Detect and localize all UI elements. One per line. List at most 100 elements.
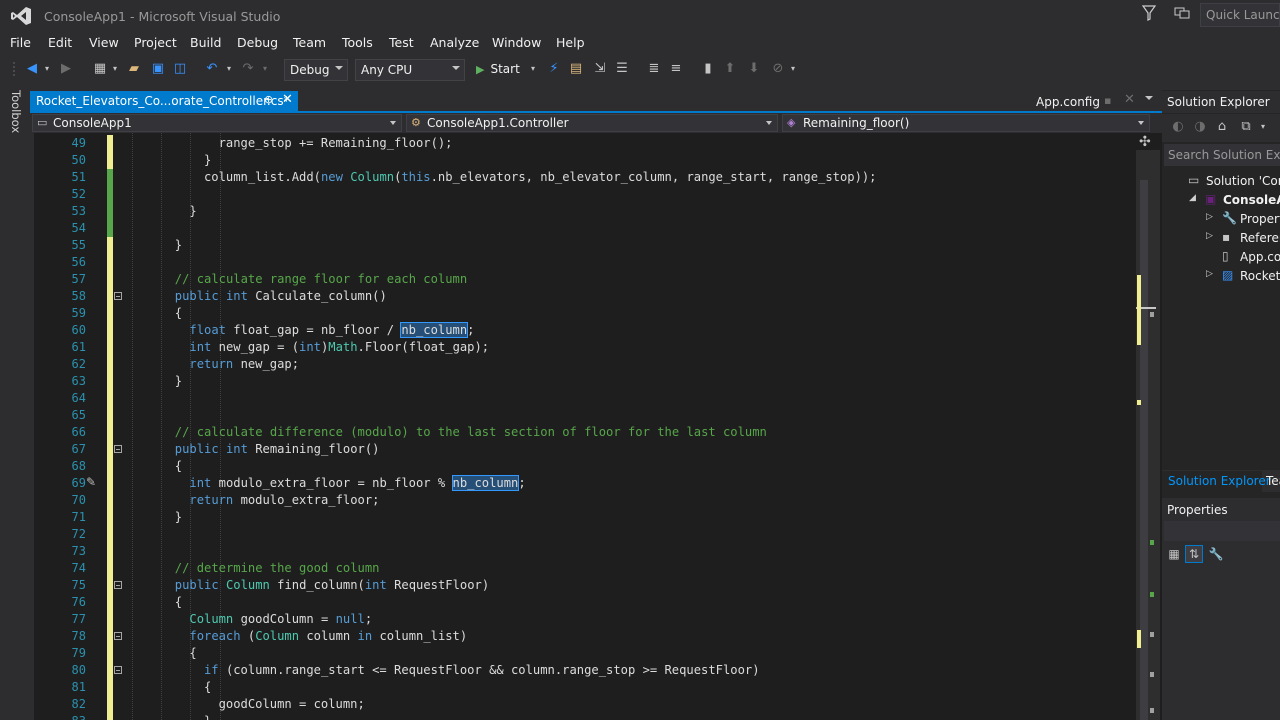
pin-icon[interactable]: ▪ [1104,94,1111,107]
tab-solution-explorer[interactable]: Solution Explorer [1162,471,1271,492]
forward-icon[interactable]: ◑ [1192,118,1208,136]
close-icon[interactable]: ✕ [282,92,294,107]
new-project-dropdown-icon[interactable]: ▾ [110,60,120,78]
code-line[interactable]: 57 // calculate range floor for each colu… [34,271,1134,288]
attach-icon[interactable]: ⚡ [546,60,562,78]
save-all-icon[interactable]: ◫ [172,60,188,78]
code-line[interactable]: 56 [34,254,1134,271]
undo-icon[interactable]: ↶ [204,60,220,78]
next-bookmark-icon[interactable]: ⬇ [746,60,762,78]
property-pages-icon[interactable]: 🔧 [1208,546,1224,562]
uncomment-lines-icon[interactable]: ≡ [668,60,684,78]
collapse-icon[interactable]: ◢ [1189,193,1196,203]
code-line[interactable]: 74 // determine the good column [34,560,1134,577]
solution-configuration-select[interactable]: Debug [284,59,348,81]
collapse-icon[interactable] [114,632,122,640]
code-line[interactable]: 66 // calculate difference (modulo) to th… [34,424,1134,441]
code-line[interactable]: 65 [34,407,1134,424]
code-editor[interactable]: 49 range_stop += Remaining_floor(); 50} 51 c… [34,133,1162,720]
code-line[interactable]: 50} [34,152,1134,169]
previous-bookmark-icon[interactable]: ⬆ [722,60,738,78]
back-dropdown-icon[interactable]: ▾ [42,60,52,78]
redo-dropdown-icon[interactable]: ▾ [260,60,270,78]
code-line[interactable]: 72 [34,526,1134,543]
switch-views-dropdown-icon[interactable]: ▾ [1258,118,1268,136]
collapse-icon[interactable] [114,666,122,674]
code-line[interactable]: 79 { [34,645,1134,662]
code-line[interactable]: 70 return modulo_extra_floor; [34,492,1134,509]
code-line[interactable]: 60 float float_gap = nb_floor / nb_column… [34,322,1134,339]
menu-build[interactable]: Build [190,35,221,50]
solution-explorer-search-input[interactable]: Search Solution Explorer [1164,144,1280,166]
menu-window[interactable]: Window [492,35,541,50]
code-line[interactable]: 55} [34,237,1134,254]
step-into-icon[interactable]: ⇲ [592,60,608,78]
code-line[interactable]: 58 public int Calculate_column() [34,288,1134,305]
menu-debug[interactable]: Debug [237,35,278,50]
solution-platform-select[interactable]: Any CPU [355,59,465,81]
scrollbar-thumb[interactable] [1140,180,1148,720]
home-icon[interactable]: ⌂ [1214,118,1230,136]
code-line[interactable]: 81 { [34,679,1134,696]
type-select[interactable]: ⚙ ConsoleApp1.Controller [406,114,778,132]
code-line[interactable]: 64 [34,390,1134,407]
code-line[interactable]: 49 range_stop += Remaining_floor(); [34,135,1134,152]
tree-item[interactable]: ▷ 🔧Properties [1162,210,1280,229]
code-line[interactable]: 69 ✎ int modulo_extra_floor = nb_floor % n… [34,475,1134,492]
redo-icon[interactable]: ↷ [240,60,256,78]
tab-list-dropdown-icon[interactable] [1145,96,1153,100]
properties-object-select[interactable] [1164,521,1280,541]
collapse-icon[interactable] [114,581,122,589]
code-line[interactable]: 76 { [34,594,1134,611]
bookmark-icon[interactable]: ▮ [700,60,716,78]
filter-icon[interactable] [1141,5,1158,23]
open-file-icon[interactable]: ▰ [126,60,142,78]
menu-test[interactable]: Test [389,35,414,50]
code-line[interactable]: 82 goodColumn = column; [34,696,1134,713]
tree-item[interactable]: ▷ ▪ References [1162,229,1280,248]
project-select[interactable]: ▭ ConsoleApp1 [32,114,402,132]
toolbar-grip[interactable] [12,61,16,77]
code-line[interactable]: 78 foreach (Column column in column_list) [34,628,1134,645]
menu-team[interactable]: Team [293,35,326,50]
collapse-icon[interactable] [114,292,122,300]
start-dropdown-icon[interactable]: ▾ [528,60,538,78]
expand-icon[interactable]: ▷ [1206,212,1213,222]
menu-file[interactable]: File [10,35,31,50]
close-icon[interactable]: ✕ [1124,92,1135,107]
code-line[interactable]: 52 [34,186,1134,203]
browse-icon[interactable]: ▤ [568,60,584,78]
code-line[interactable]: 71} [34,509,1134,526]
code-line[interactable]: 53} [34,203,1134,220]
tab-rocket-elevators-controller[interactable]: Rocket_Elevators_Co...orate_Controller.c… [30,91,298,111]
menu-analyze[interactable]: Analyze [430,35,479,50]
code-line[interactable]: 59 { [34,305,1134,322]
split-window-icon[interactable]: ✣ [1139,134,1151,150]
task-list-icon[interactable]: ☰ [614,60,630,78]
quick-launch-input[interactable]: Quick Launch (C [1200,3,1280,27]
code-line[interactable]: 77 Column goodColumn = null; [34,611,1134,628]
navigate-forward-icon[interactable]: ▶ [58,60,74,78]
navigate-back-icon[interactable]: ◀ [24,60,40,78]
comment-lines-icon[interactable]: ≣ [646,60,662,78]
new-project-icon[interactable]: ▦ [92,60,108,78]
alphabetical-icon[interactable]: ⇅ [1185,545,1203,563]
code-line[interactable]: 61 int new_gap = (int)Math.Floor(float_ga… [34,339,1134,356]
menu-tools[interactable]: Tools [342,35,373,50]
categorized-icon[interactable]: ▦ [1166,546,1182,562]
menu-project[interactable]: Project [134,35,177,50]
clear-bookmarks-icon[interactable]: ⊘ [770,60,786,78]
code-line[interactable]: 67 public int Remaining_floor() [34,441,1134,458]
tree-item[interactable]: ▷ ▨ Rocket_Elevators [1162,267,1280,286]
start-debugging-button[interactable]: ▶ Start [472,59,524,81]
code-line[interactable]: 83} [34,713,1134,720]
code-line[interactable]: 54 [34,220,1134,237]
toolbar-options-icon[interactable]: ▾ [788,60,798,78]
menu-view[interactable]: View [89,35,119,50]
menu-help[interactable]: Help [556,35,585,50]
code-line[interactable]: 63} [34,373,1134,390]
tree-item[interactable]: ▯ App.config [1162,248,1280,267]
code-line[interactable]: 68 { [34,458,1134,475]
code-line[interactable]: 51 column_list.Add(new Column(this.nb_ele… [34,169,1134,186]
feedback-icon[interactable] [1174,5,1192,23]
